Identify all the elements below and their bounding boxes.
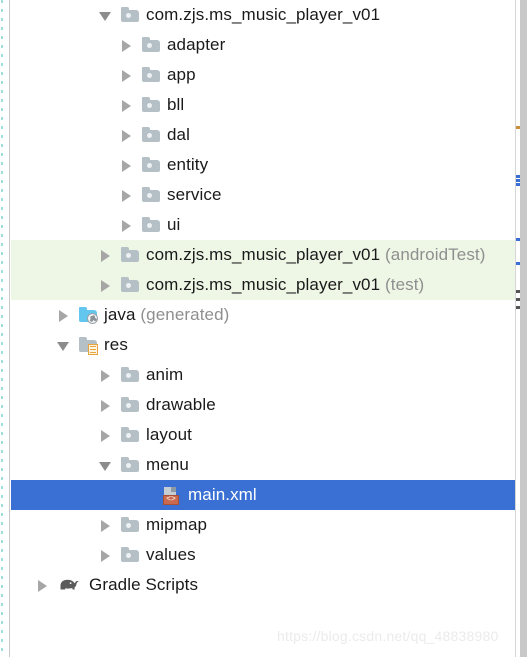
folder-icon <box>121 547 139 563</box>
tree-row-label: res <box>104 335 128 354</box>
tree-row[interactable]: service <box>11 180 515 210</box>
marker-tick <box>516 126 520 129</box>
tree-row-label: drawable <box>146 395 216 414</box>
tree-row[interactable]: mipmap <box>11 510 515 540</box>
chevron-right-icon[interactable] <box>120 219 133 232</box>
tree-row-label: service <box>167 185 222 204</box>
tree-row[interactable]: app <box>11 60 515 90</box>
folder-generated-icon <box>79 307 98 324</box>
tree-row-label: adapter <box>167 35 226 54</box>
chevron-right-icon[interactable] <box>120 129 133 142</box>
tree-row-label: com.zjs.ms_music_player_v01 <box>146 245 381 264</box>
xml-file-icon: <> <box>163 487 181 505</box>
tree-row[interactable]: layout <box>11 420 515 450</box>
tree-row-label: ui <box>167 215 181 234</box>
tree-row[interactable]: com.zjs.ms_music_player_v01 (test) <box>11 270 515 300</box>
chevron-right-icon[interactable] <box>99 549 112 562</box>
folder-icon <box>121 367 139 383</box>
marker-tick <box>516 306 520 309</box>
marker-tick <box>516 290 520 293</box>
chevron-down-icon[interactable] <box>99 459 112 472</box>
chevron-right-icon[interactable] <box>120 69 133 82</box>
chevron-right-icon[interactable] <box>120 99 133 112</box>
android-studio-project-panel: com.zjs.ms_music_player_v01 adapter app bll… <box>0 0 527 657</box>
gradle-elephant-icon <box>58 577 80 593</box>
tree-row[interactable]: entity <box>11 150 515 180</box>
folder-icon <box>142 127 160 143</box>
gutter-dashed-guide <box>1 0 3 657</box>
folder-icon <box>142 67 160 83</box>
folder-icon <box>142 37 160 53</box>
tree-row-label: menu <box>146 455 189 474</box>
tree-row-label: com.zjs.ms_music_player_v01 <box>146 5 381 24</box>
folder-icon <box>121 457 139 473</box>
marker-tick <box>516 238 520 241</box>
tree-row[interactable]: dal <box>11 120 515 150</box>
tree-row[interactable]: res <box>11 330 515 360</box>
marker-tick <box>516 179 520 182</box>
tree-row[interactable]: Gradle Scripts <box>11 570 515 600</box>
chevron-right-icon[interactable] <box>120 189 133 202</box>
folder-icon <box>121 247 139 263</box>
marker-scrollbar-strip[interactable] <box>515 0 527 657</box>
tree-row[interactable]: anim <box>11 360 515 390</box>
tree-row-qualifier: (androidTest) <box>385 245 486 264</box>
tree-row-label: layout <box>146 425 192 444</box>
chevron-right-icon[interactable] <box>99 249 112 262</box>
tree-row-label: values <box>146 545 196 564</box>
tree-row-label: mipmap <box>146 515 208 534</box>
folder-icon <box>121 427 139 443</box>
tree-row[interactable]: java (generated) <box>11 300 515 330</box>
chevron-right-icon[interactable] <box>99 399 112 412</box>
chevron-right-icon[interactable] <box>36 579 49 592</box>
tree-row[interactable]: ui <box>11 210 515 240</box>
chevron-right-icon[interactable] <box>120 159 133 172</box>
tree-row-label: Gradle Scripts <box>89 575 199 594</box>
tree-row[interactable]: <> main.xml <box>11 480 515 510</box>
tree-row-label: com.zjs.ms_music_player_v01 <box>146 275 381 294</box>
tree-row-label: java <box>104 305 136 324</box>
tree-row[interactable]: drawable <box>11 390 515 420</box>
chevron-right-icon[interactable] <box>99 519 112 532</box>
tree-row-qualifier: (test) <box>385 275 425 294</box>
folder-icon <box>121 517 139 533</box>
chevron-right-icon[interactable] <box>120 39 133 52</box>
folder-icon <box>121 397 139 413</box>
marker-tick <box>516 183 520 186</box>
folder-icon <box>121 277 139 293</box>
tree-row-label: bll <box>167 95 185 114</box>
project-tree[interactable]: com.zjs.ms_music_player_v01 adapter app bll… <box>11 0 515 657</box>
marker-tick <box>516 262 520 265</box>
watermark-text: https://blog.csdn.net/qq_48838980 <box>277 628 499 644</box>
marker-tick <box>516 298 520 301</box>
chevron-right-icon[interactable] <box>99 279 112 292</box>
folder-icon <box>142 97 160 113</box>
tree-row-label: app <box>167 65 196 84</box>
scrollbar-track[interactable] <box>520 0 527 657</box>
tree-row[interactable]: menu <box>11 450 515 480</box>
tree-row-qualifier: (generated) <box>140 305 230 324</box>
tree-row-label: entity <box>167 155 209 174</box>
marker-tick <box>516 175 520 178</box>
no-chevron-spacer <box>141 489 154 502</box>
tree-row-label: main.xml <box>188 485 257 504</box>
tree-row[interactable]: bll <box>11 90 515 120</box>
tree-row-label: anim <box>146 365 184 384</box>
tree-row[interactable]: com.zjs.ms_music_player_v01 (androidTest… <box>11 240 515 270</box>
folder-icon <box>142 217 160 233</box>
chevron-right-icon[interactable] <box>57 309 70 322</box>
folder-res-icon <box>79 337 98 355</box>
chevron-right-icon[interactable] <box>99 429 112 442</box>
tree-row-label: dal <box>167 125 190 144</box>
chevron-down-icon[interactable] <box>99 9 112 22</box>
tree-row[interactable]: adapter <box>11 30 515 60</box>
left-gutter-strip <box>0 0 10 657</box>
tree-row[interactable]: com.zjs.ms_music_player_v01 <box>11 0 515 30</box>
chevron-down-icon[interactable] <box>57 339 70 352</box>
folder-icon <box>121 7 139 23</box>
folder-icon <box>142 157 160 173</box>
chevron-right-icon[interactable] <box>99 369 112 382</box>
folder-icon <box>142 187 160 203</box>
tree-row[interactable]: values <box>11 540 515 570</box>
